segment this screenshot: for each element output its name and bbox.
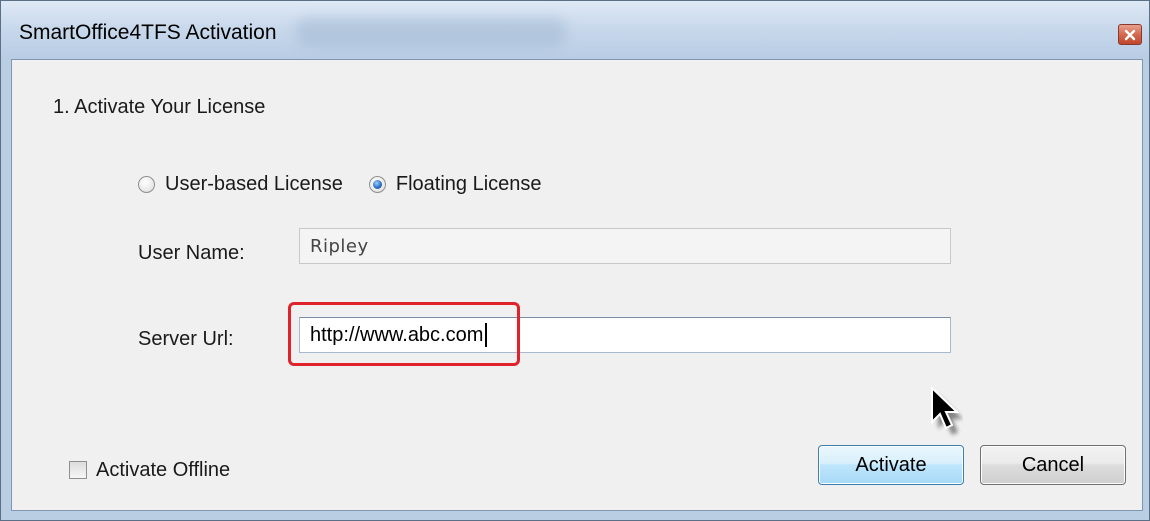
window-title: SmartOffice4TFS Activation	[19, 21, 277, 44]
cancel-button[interactable]: Cancel	[980, 445, 1126, 485]
license-type-group: User-based License Floating License	[138, 170, 568, 198]
user-name-field: Ripley	[299, 228, 951, 264]
radio-button-checked[interactable]	[368, 175, 386, 193]
radio-button-unchecked[interactable]	[138, 175, 155, 193]
activate-offline-label: Activate Offline	[96, 458, 231, 481]
highlight-annotation	[288, 302, 520, 366]
title-bar[interactable]: SmartOffice4TFS Activation	[1, 1, 1149, 59]
activation-dialog: SmartOffice4TFS Activation 1. Activate Y…	[0, 0, 1150, 521]
activate-offline-option[interactable]: Activate Offline	[69, 458, 230, 482]
dialog-body: 1. Activate Your License User-based Lice…	[11, 59, 1143, 511]
blurred-title-region	[296, 18, 566, 46]
radio-floating-license[interactable]: Floating License	[368, 172, 542, 196]
radio-label-user-based: User-based License	[165, 172, 343, 195]
radio-label-floating: Floating License	[395, 172, 542, 195]
user-name-value: Ripley	[310, 235, 369, 257]
section-title: 1. Activate Your License	[53, 96, 266, 118]
server-url-label: Server Url:	[138, 328, 234, 350]
activate-button[interactable]: Activate	[818, 445, 964, 485]
close-button[interactable]	[1118, 24, 1142, 45]
radio-user-based-license[interactable]: User-based License	[138, 173, 343, 196]
close-icon	[1124, 29, 1136, 40]
mouse-pointer-icon	[931, 387, 963, 435]
user-name-label: User Name:	[138, 242, 245, 264]
activate-offline-checkbox[interactable]	[69, 461, 87, 479]
